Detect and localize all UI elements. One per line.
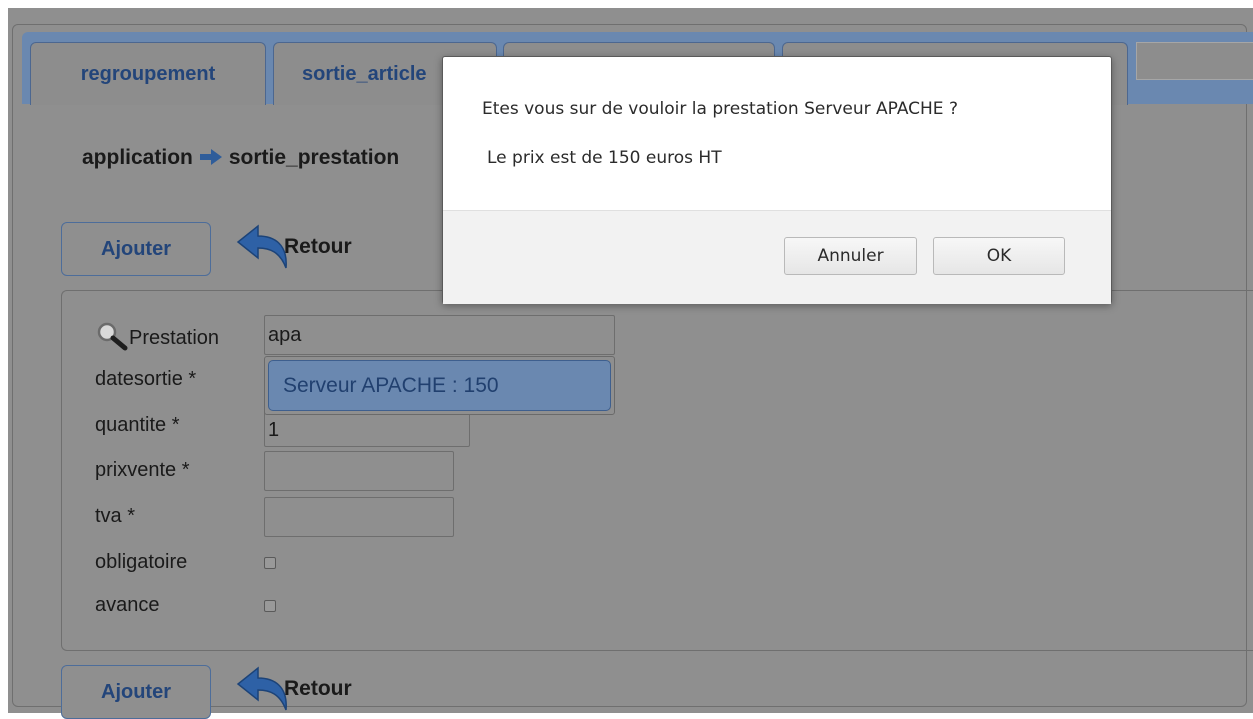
obligatoire-label: obligatoire (95, 551, 188, 573)
prestation-label: Prestation (129, 327, 220, 349)
add-button-top[interactable]: Ajouter (61, 222, 211, 276)
obligatoire-checkbox[interactable] (264, 557, 276, 569)
back-link-bottom[interactable]: Retour (236, 666, 358, 712)
prestation-label-group: Prestation (95, 320, 219, 352)
dialog-message: Etes vous sur de vouloir la prestation S… (482, 99, 958, 119)
undo-arrow-icon (236, 666, 287, 711)
arrow-right-icon (199, 149, 222, 165)
form-panel (61, 290, 1253, 651)
tab-regroupement[interactable]: regroupement (30, 42, 266, 105)
datesortie-label: datesortie * (95, 368, 197, 390)
back-label: Retour (284, 235, 352, 258)
cancel-button[interactable]: Annuler (784, 237, 917, 275)
tva-input[interactable] (264, 497, 454, 537)
tab-search-input[interactable] (1136, 42, 1253, 80)
avance-checkbox[interactable] (264, 600, 276, 612)
search-icon (97, 322, 128, 351)
breadcrumb-parent[interactable]: application (82, 146, 193, 169)
dialog-footer: Annuler OK (443, 210, 1111, 304)
ok-button[interactable]: OK (933, 237, 1065, 275)
back-link-top[interactable]: Retour (236, 224, 358, 270)
breadcrumb-current: sortie_prestation (228, 146, 400, 169)
undo-arrow-icon (236, 224, 287, 269)
add-button-bottom[interactable]: Ajouter (61, 665, 211, 719)
prestation-input[interactable] (264, 315, 615, 355)
quantite-label: quantite * (95, 414, 180, 436)
confirm-dialog: Etes vous sur de vouloir la prestation S… (442, 56, 1112, 304)
dialog-detail: Le prix est de 150 euros HT (487, 148, 722, 168)
autocomplete-dropdown: Serveur APACHE : 150 (264, 356, 615, 415)
back-label: Retour (284, 677, 352, 700)
prixvente-label: prixvente * (95, 459, 190, 481)
tab-label: regroupement (80, 63, 216, 85)
tva-label: tva * (95, 505, 136, 527)
breadcrumb: application sortie_prestation (82, 146, 399, 170)
autocomplete-item[interactable]: Serveur APACHE : 150 (268, 360, 611, 411)
prixvente-input[interactable] (264, 451, 454, 491)
avance-label: avance (95, 594, 160, 616)
